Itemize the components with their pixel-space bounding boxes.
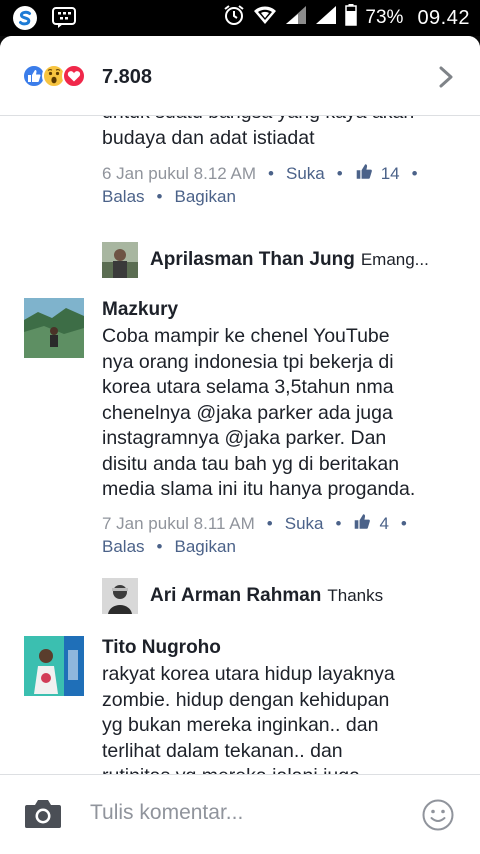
like-count-badge[interactable]: 14 — [355, 164, 400, 183]
love-icon — [62, 64, 86, 88]
smiley-icon[interactable] — [422, 799, 454, 836]
reply-link[interactable]: Balas — [102, 537, 145, 556]
like-link[interactable]: Suka — [285, 514, 324, 533]
comment-list[interactable]: untuk suatu bangsa yang kaya akan budaya… — [0, 116, 480, 774]
like-count: 4 — [379, 513, 389, 533]
comment-line: disitu anda tau bah yg di beritakan — [102, 452, 400, 475]
camera-icon[interactable] — [24, 797, 62, 834]
comment-author[interactable]: Tito Nugroho — [102, 636, 462, 660]
comment-meta: 6 Jan pukul 8.12 AM • Suka • 14 • — [102, 164, 418, 183]
avatar[interactable] — [24, 636, 84, 696]
comment-line: rutinitas yg mereka jalani juga — [102, 764, 462, 774]
comment-line: media slama ini itu hanya proganda. — [102, 478, 416, 500]
status-bar: 73% 09.42 — [0, 0, 480, 36]
share-link[interactable]: Bagikan — [174, 187, 235, 206]
share-link[interactable]: Bagikan — [174, 537, 235, 556]
reaction-icons — [22, 64, 86, 88]
comment-line: Coba mampir ke chenel YouTube — [102, 325, 390, 347]
comment-time: 6 Jan pukul 8.12 AM — [102, 164, 257, 183]
comment-body: untuk suatu bangsa yang kaya akan budaya… — [102, 116, 462, 208]
reply-snippet: Thanks — [327, 586, 384, 605]
comment-input[interactable] — [90, 801, 390, 825]
like-count-badge[interactable]: 4 — [353, 513, 389, 533]
thumbs-up-icon — [355, 513, 371, 529]
reply-snippet: Emang... — [360, 250, 429, 269]
wifi-icon — [253, 5, 277, 31]
like-link[interactable]: Suka — [286, 164, 325, 183]
comment-composer — [0, 774, 480, 854]
comment-body: Mazkury Coba mampir ke chenel YouTube ny… — [102, 298, 462, 558]
comment-line: budaya dan adat istiadat — [102, 126, 315, 149]
comment-line: untuk suatu bangsa yang kaya akan — [102, 116, 462, 126]
comment-line: rakyat korea utara hidup layaknya — [102, 663, 395, 685]
comment-text: untuk suatu bangsa yang kaya akan budaya… — [102, 116, 462, 151]
comment-line: korea utara selama 3,5tahun nma — [102, 376, 394, 398]
avatar[interactable] — [102, 578, 138, 614]
like-count: 14 — [380, 164, 400, 183]
reply-preview[interactable]: Ari Arman Rahman Thanks — [102, 578, 383, 614]
comment-time: 7 Jan pukul 8.11 AM — [102, 513, 255, 533]
avatar[interactable] — [24, 298, 84, 358]
comment-meta: 7 Jan pukul 8.11 AM • Suka • 4 • — [102, 513, 407, 533]
bbm-icon — [52, 7, 76, 34]
comment-body: Tito Nugroho rakyat korea utara hidup la… — [102, 636, 462, 774]
comment-line: nya orang indonesia tpi bekerja di — [102, 350, 394, 373]
signal-icon — [285, 5, 307, 31]
reply-author[interactable]: Ari Arman Rahman — [150, 585, 321, 607]
avatar[interactable] — [102, 242, 138, 278]
comment-line: zombie. hidup dengan kehidupan — [102, 688, 390, 711]
reaction-count: 7.808 — [102, 66, 153, 88]
comment-text: Coba mampir ke chenel YouTube nya orang … — [102, 324, 462, 503]
comment-line: terlihat dalam tekanan.. dan — [102, 739, 343, 762]
battery-icon — [345, 4, 358, 32]
comment-line: chenelnya @jaka parker ada juga — [102, 401, 393, 424]
reactions-bar[interactable]: 7.808 — [0, 36, 480, 116]
comment-line: instagramnya @jaka parker. Dan — [102, 427, 387, 449]
reply-author[interactable]: Aprilasman Than Jung — [150, 249, 355, 271]
reply-preview[interactable]: Aprilasman Than Jung Emang... — [102, 242, 429, 278]
thumbs-up-icon — [356, 164, 372, 179]
alarm-icon — [223, 4, 245, 32]
comment-text: rakyat korea utara hidup layaknya zombie… — [102, 662, 462, 774]
comment-line: yg bukan mereka inginkan.. dan — [102, 714, 379, 736]
signal-icon — [315, 5, 337, 31]
battery-percent: 73% — [365, 7, 404, 28]
clock: 09.42 — [417, 6, 470, 29]
comments-sheet: 7.808 untuk suatu bangsa yang kaya akan … — [0, 36, 480, 854]
chevron-right-icon[interactable] — [438, 66, 454, 93]
comment-author[interactable]: Mazkury — [102, 298, 462, 322]
s-app-icon — [12, 5, 38, 36]
reply-link[interactable]: Balas — [102, 187, 145, 206]
